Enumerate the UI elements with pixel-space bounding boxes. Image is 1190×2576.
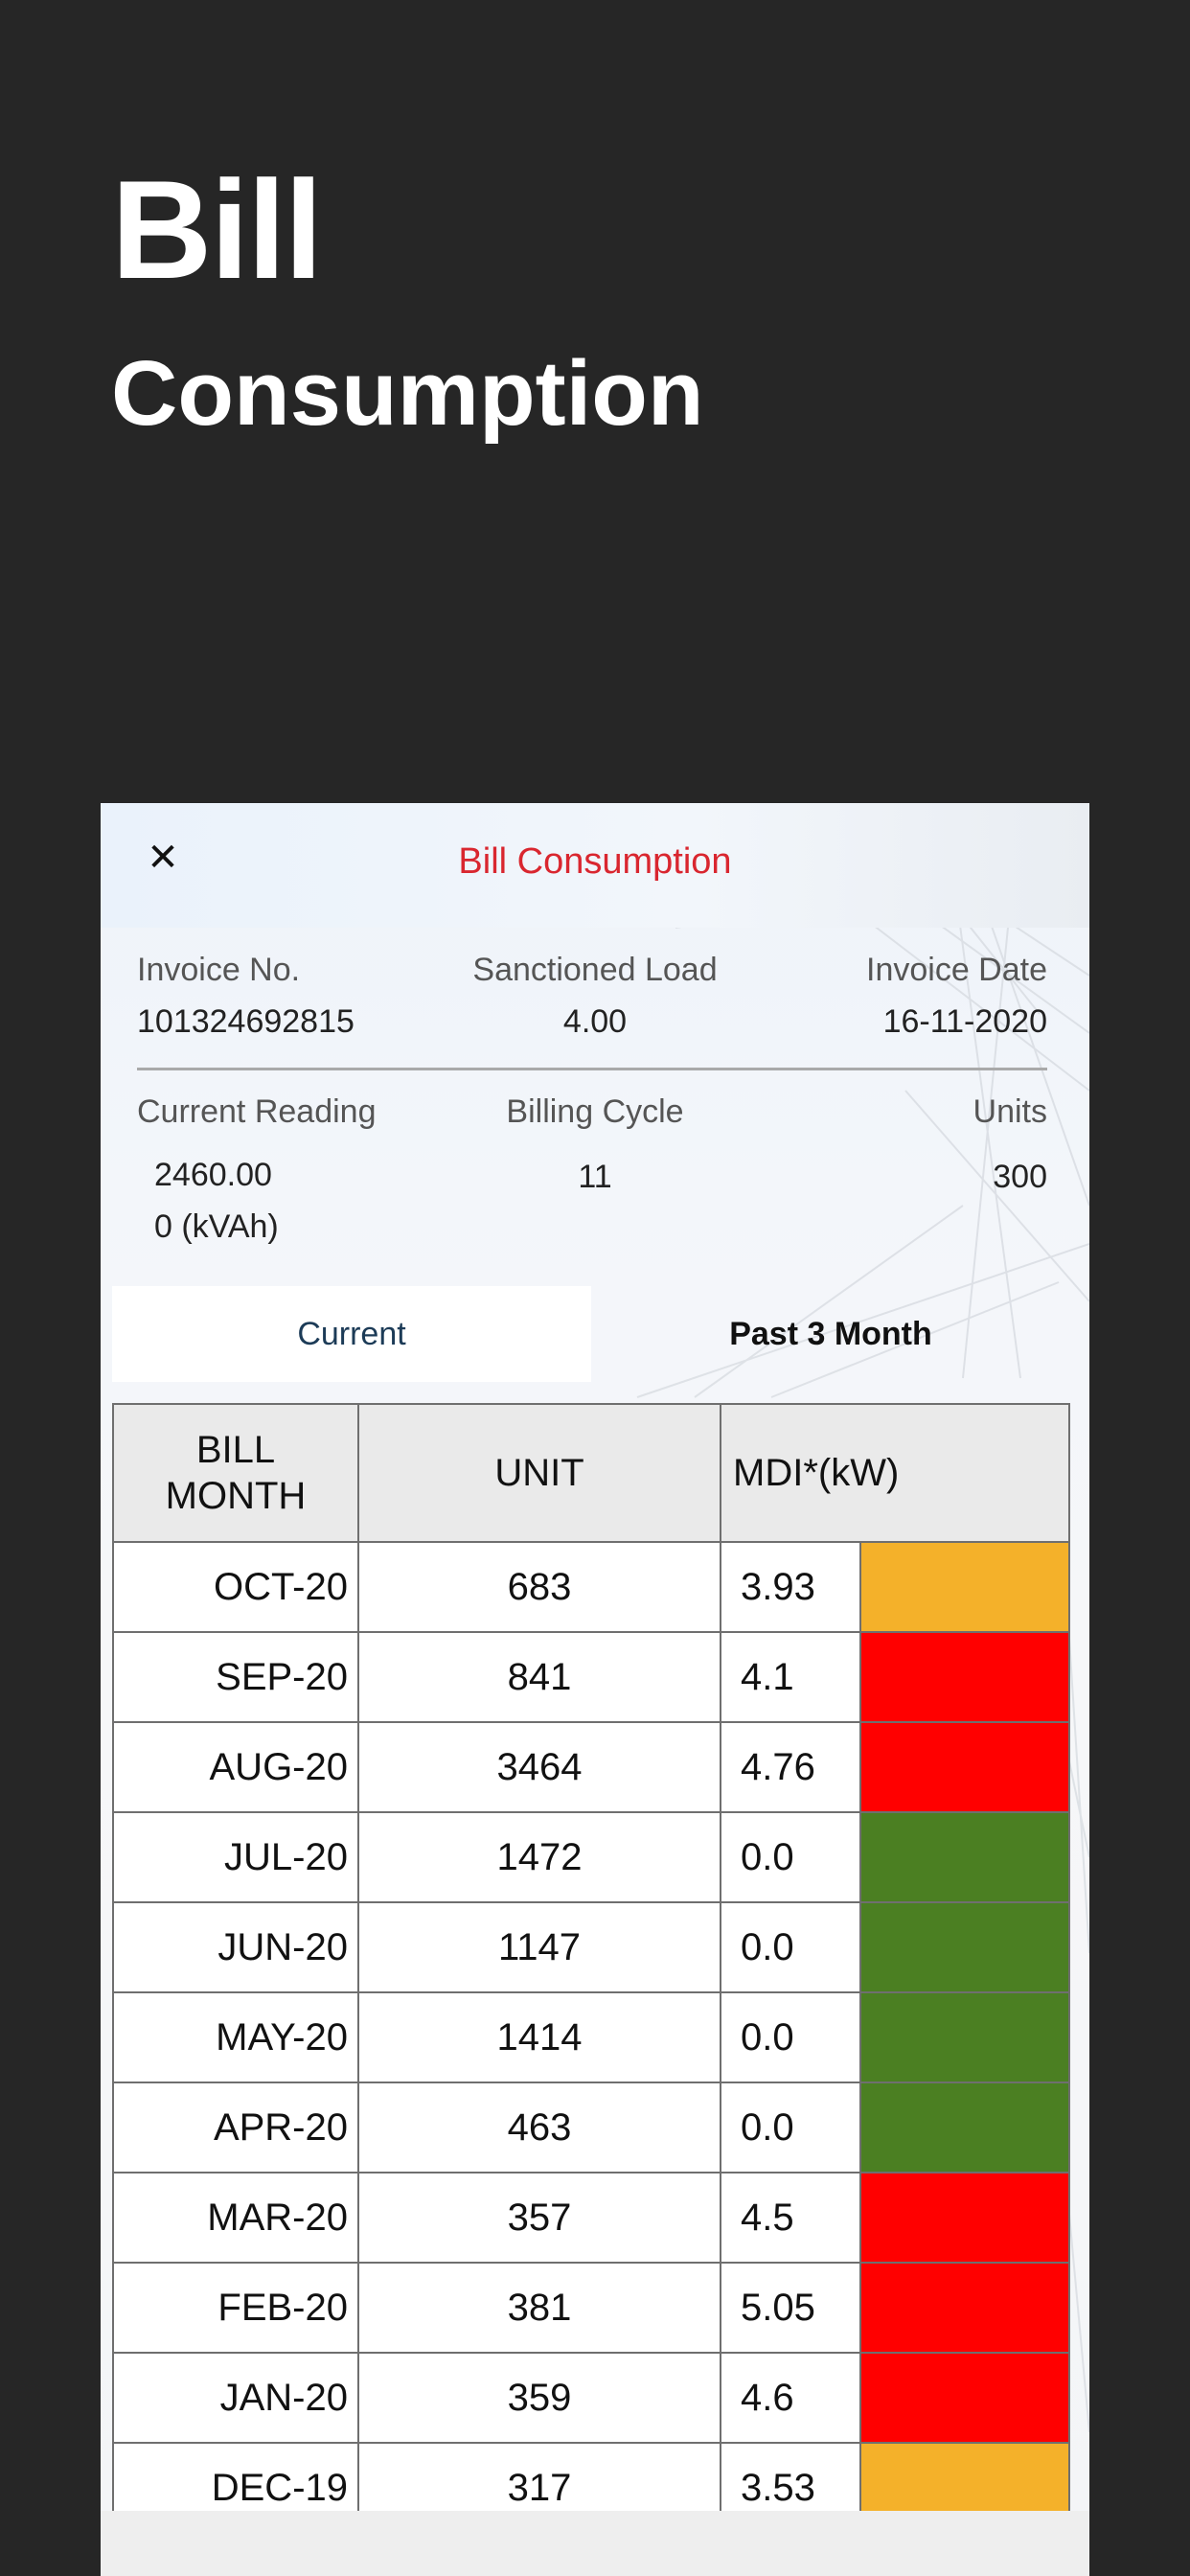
mdi-status-indicator: [859, 2354, 1070, 2444]
mdi-status-indicator: [859, 1813, 1070, 1903]
table-row: OCT-20 683 3.93: [112, 1543, 1070, 1633]
mdi-status-indicator: [859, 1543, 1070, 1633]
mdi-cell: 0.0: [720, 1993, 861, 2083]
bottom-bar: [101, 2511, 1089, 2576]
mdi-status-indicator: [859, 2174, 1070, 2264]
units-label: Units: [973, 1093, 1047, 1130]
unit-cell: 683: [357, 1543, 721, 1633]
unit-cell: 381: [357, 2264, 721, 2354]
unit-cell: 1414: [357, 1993, 721, 2083]
info-divider: [137, 1068, 1047, 1070]
month-cell: APR-20: [112, 2083, 359, 2174]
month-cell: JUN-20: [112, 1903, 359, 1993]
table-row: APR-20 463 0.0: [112, 2083, 1070, 2174]
month-cell: JUL-20: [112, 1813, 359, 1903]
invoice-date-label: Invoice Date: [866, 952, 1047, 988]
mdi-cell: 4.6: [720, 2354, 861, 2444]
consumption-table: BILL MONTH UNIT MDI*(kW) OCT-20 683 3.93 SE…: [112, 1403, 1070, 2534]
header-mdi: MDI*(kW): [720, 1403, 1070, 1543]
units-value: 300: [993, 1159, 1047, 1195]
mdi-status-indicator: [859, 2264, 1070, 2354]
billing-cycle-value: 11: [578, 1159, 612, 1195]
unit-cell: 463: [357, 2083, 721, 2174]
unit-cell: 359: [357, 2354, 721, 2444]
header-unit: UNIT: [357, 1403, 721, 1543]
hero-subtitle: Consumption: [111, 342, 704, 445]
unit-cell: 3464: [357, 1723, 721, 1813]
unit-cell: 1472: [357, 1813, 721, 1903]
table-row: MAY-20 1414 0.0: [112, 1993, 1070, 2083]
unit-cell: 1147: [357, 1903, 721, 1993]
app-screen: ✕ Bill Consumption Invoice No. 101324692…: [101, 803, 1089, 2576]
table-row: JAN-20 359 4.6: [112, 2354, 1070, 2444]
current-reading-kvah: 0 (kVAh): [154, 1208, 279, 1245]
month-cell: SEP-20: [112, 1633, 359, 1723]
month-cell: JAN-20: [112, 2354, 359, 2444]
unit-cell: 357: [357, 2174, 721, 2264]
mdi-cell: 3.93: [720, 1543, 861, 1633]
month-cell: FEB-20: [112, 2264, 359, 2354]
invoice-date-value: 16-11-2020: [882, 1003, 1047, 1040]
month-cell: AUG-20: [112, 1723, 359, 1813]
mdi-cell: 5.05: [720, 2264, 861, 2354]
mdi-status-indicator: [859, 1993, 1070, 2083]
mdi-status-indicator: [859, 1633, 1070, 1723]
month-cell: MAR-20: [112, 2174, 359, 2264]
tab-current[interactable]: Current: [112, 1286, 591, 1382]
table-row: FEB-20 381 5.05: [112, 2264, 1070, 2354]
screen-title: Bill Consumption: [458, 841, 732, 882]
mdi-cell: 4.1: [720, 1633, 861, 1723]
mdi-cell: 4.5: [720, 2174, 861, 2264]
tab-bar: Current Past 3 Month: [112, 1286, 1070, 1382]
mdi-cell: 0.0: [720, 2083, 861, 2174]
mdi-status-indicator: [859, 1723, 1070, 1813]
mdi-status-indicator: [859, 1903, 1070, 1993]
tab-past-3-month[interactable]: Past 3 Month: [591, 1286, 1070, 1382]
mdi-cell: 4.76: [720, 1723, 861, 1813]
table-row: AUG-20 3464 4.76: [112, 1723, 1070, 1813]
table-row: SEP-20 841 4.1: [112, 1633, 1070, 1723]
header-bill-month: BILL MONTH: [112, 1403, 359, 1543]
top-bar: ✕ Bill Consumption: [101, 803, 1089, 928]
mdi-cell: 0.0: [720, 1813, 861, 1903]
table-row: MAR-20 357 4.5: [112, 2174, 1070, 2264]
month-cell: MAY-20: [112, 1993, 359, 2083]
table-row: JUN-20 1147 0.0: [112, 1903, 1070, 1993]
hero-title: Bill: [111, 151, 323, 308]
mdi-status-indicator: [859, 2083, 1070, 2174]
table-row: JUL-20 1472 0.0: [112, 1813, 1070, 1903]
mdi-cell: 0.0: [720, 1903, 861, 1993]
billing-cycle-label: Billing Cycle: [506, 1093, 684, 1130]
month-cell: OCT-20: [112, 1543, 359, 1633]
unit-cell: 841: [357, 1633, 721, 1723]
